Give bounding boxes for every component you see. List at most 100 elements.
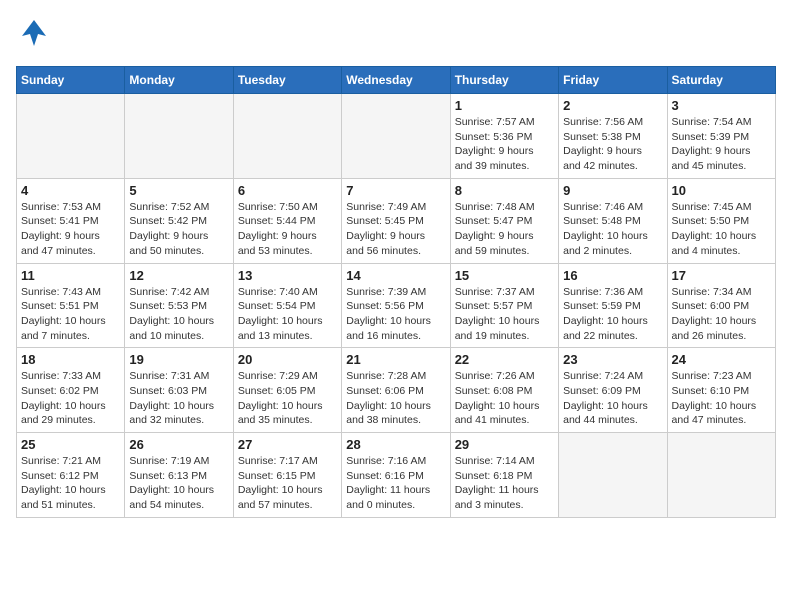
page-header [16, 16, 776, 58]
day-info: Sunrise: 7:42 AMSunset: 5:53 PMDaylight:… [129, 285, 228, 344]
calendar-cell [233, 94, 341, 179]
day-info: Sunrise: 7:56 AMSunset: 5:38 PMDaylight:… [563, 115, 662, 174]
calendar-cell: 6 Sunrise: 7:50 AMSunset: 5:44 PMDaylight… [233, 178, 341, 263]
calendar-cell: 13Sunrise: 7:40 AMSunset: 5:54 PMDayligh… [233, 263, 341, 348]
weekday-header: Monday [125, 67, 233, 94]
day-info: Sunrise: 7:21 AMSunset: 6:12 PMDaylight:… [21, 454, 120, 513]
day-number: 23 [563, 352, 662, 367]
day-info: Sunrise: 7:23 AMSunset: 6:10 PMDaylight:… [672, 369, 771, 428]
day-info: Sunrise: 7:50 AMSunset: 5:44 PMDaylight:… [238, 200, 337, 259]
day-info: Sunrise: 7:57 AMSunset: 5:36 PMDaylight:… [455, 115, 554, 174]
day-info: Sunrise: 7:37 AMSunset: 5:57 PMDaylight:… [455, 285, 554, 344]
calendar-cell: 2 Sunrise: 7:56 AMSunset: 5:38 PMDaylight… [559, 94, 667, 179]
calendar-cell: 11 Sunrise: 7:43 AMSunset: 5:51 PMDayligh… [17, 263, 125, 348]
weekday-header: Thursday [450, 67, 558, 94]
day-number: 19 [129, 352, 228, 367]
day-number: 11 [21, 268, 120, 283]
logo-bird-icon [16, 16, 52, 58]
day-info: Sunrise: 7:34 AMSunset: 6:00 PMDaylight:… [672, 285, 771, 344]
day-info: Sunrise: 7:14 AMSunset: 6:18 PMDaylight:… [455, 454, 554, 513]
day-info: Sunrise: 7:29 AMSunset: 6:05 PMDaylight:… [238, 369, 337, 428]
day-number: 1 [455, 98, 554, 113]
day-number: 26 [129, 437, 228, 452]
day-info: Sunrise: 7:45 AMSunset: 5:50 PMDaylight:… [672, 200, 771, 259]
calendar-week-row: 1 Sunrise: 7:57 AMSunset: 5:36 PMDaylight… [17, 94, 776, 179]
calendar-cell: 10Sunrise: 7:45 AMSunset: 5:50 PMDayligh… [667, 178, 775, 263]
calendar-cell: 9 Sunrise: 7:46 AMSunset: 5:48 PMDaylight… [559, 178, 667, 263]
day-info: Sunrise: 7:33 AMSunset: 6:02 PMDaylight:… [21, 369, 120, 428]
day-info: Sunrise: 7:52 AMSunset: 5:42 PMDaylight:… [129, 200, 228, 259]
day-info: Sunrise: 7:31 AMSunset: 6:03 PMDaylight:… [129, 369, 228, 428]
day-number: 24 [672, 352, 771, 367]
calendar-cell: 15 Sunrise: 7:37 AMSunset: 5:57 PMDayligh… [450, 263, 558, 348]
day-info: Sunrise: 7:26 AMSunset: 6:08 PMDaylight:… [455, 369, 554, 428]
calendar-cell: 12Sunrise: 7:42 AMSunset: 5:53 PMDayligh… [125, 263, 233, 348]
day-info: Sunrise: 7:19 AMSunset: 6:13 PMDaylight:… [129, 454, 228, 513]
day-info: Sunrise: 7:53 AMSunset: 5:41 PMDaylight:… [21, 200, 120, 259]
day-number: 18 [21, 352, 120, 367]
day-number: 9 [563, 183, 662, 198]
calendar-cell: 24 Sunrise: 7:23 AMSunset: 6:10 PMDayligh… [667, 348, 775, 433]
calendar-cell: 21Sunrise: 7:28 AMSunset: 6:06 PMDayligh… [342, 348, 450, 433]
calendar-cell: 25 Sunrise: 7:21 AMSunset: 6:12 PMDayligh… [17, 433, 125, 518]
calendar-cell: 18 Sunrise: 7:33 AMSunset: 6:02 PMDayligh… [17, 348, 125, 433]
day-number: 17 [672, 268, 771, 283]
day-number: 6 [238, 183, 337, 198]
day-info: Sunrise: 7:43 AMSunset: 5:51 PMDaylight:… [21, 285, 120, 344]
weekday-header: Tuesday [233, 67, 341, 94]
day-info: Sunrise: 7:36 AMSunset: 5:59 PMDaylight:… [563, 285, 662, 344]
day-number: 16 [563, 268, 662, 283]
day-info: Sunrise: 7:48 AMSunset: 5:47 PMDaylight:… [455, 200, 554, 259]
weekday-header: Sunday [17, 67, 125, 94]
day-info: Sunrise: 7:46 AMSunset: 5:48 PMDaylight:… [563, 200, 662, 259]
day-info: Sunrise: 7:54 AMSunset: 5:39 PMDaylight:… [672, 115, 771, 174]
weekday-header: Wednesday [342, 67, 450, 94]
day-info: Sunrise: 7:16 AMSunset: 6:16 PMDaylight:… [346, 454, 445, 513]
calendar-cell: 17 Sunrise: 7:34 AMSunset: 6:00 PMDayligh… [667, 263, 775, 348]
day-number: 25 [21, 437, 120, 452]
calendar-cell: 20 Sunrise: 7:29 AMSunset: 6:05 PMDayligh… [233, 348, 341, 433]
calendar-week-row: 25 Sunrise: 7:21 AMSunset: 6:12 PMDayligh… [17, 433, 776, 518]
day-number: 5 [129, 183, 228, 198]
day-info: Sunrise: 7:17 AMSunset: 6:15 PMDaylight:… [238, 454, 337, 513]
calendar-week-row: 4 Sunrise: 7:53 AMSunset: 5:41 PMDaylight… [17, 178, 776, 263]
calendar-cell: 26 Sunrise: 7:19 AMSunset: 6:13 PMDayligh… [125, 433, 233, 518]
day-number: 27 [238, 437, 337, 452]
logo [16, 16, 56, 58]
day-number: 22 [455, 352, 554, 367]
calendar-cell: 22 Sunrise: 7:26 AMSunset: 6:08 PMDayligh… [450, 348, 558, 433]
calendar-cell: 19 Sunrise: 7:31 AMSunset: 6:03 PMDayligh… [125, 348, 233, 433]
day-number: 14 [346, 268, 445, 283]
day-info: Sunrise: 7:24 AMSunset: 6:09 PMDaylight:… [563, 369, 662, 428]
day-number: 21 [346, 352, 445, 367]
day-number: 2 [563, 98, 662, 113]
calendar-cell: 5 Sunrise: 7:52 AMSunset: 5:42 PMDaylight… [125, 178, 233, 263]
calendar-week-row: 18 Sunrise: 7:33 AMSunset: 6:02 PMDayligh… [17, 348, 776, 433]
day-number: 15 [455, 268, 554, 283]
calendar-header-row: SundayMondayTuesdayWednesdayThursdayFrid… [17, 67, 776, 94]
calendar-cell [342, 94, 450, 179]
calendar-cell: 7Sunrise: 7:49 AMSunset: 5:45 PMDaylight… [342, 178, 450, 263]
day-number: 20 [238, 352, 337, 367]
calendar-cell: 23 Sunrise: 7:24 AMSunset: 6:09 PMDayligh… [559, 348, 667, 433]
calendar-cell: 16 Sunrise: 7:36 AMSunset: 5:59 PMDayligh… [559, 263, 667, 348]
day-number: 29 [455, 437, 554, 452]
calendar-week-row: 11 Sunrise: 7:43 AMSunset: 5:51 PMDayligh… [17, 263, 776, 348]
calendar-cell [667, 433, 775, 518]
calendar-cell: 28 Sunrise: 7:16 AMSunset: 6:16 PMDayligh… [342, 433, 450, 518]
day-number: 8 [455, 183, 554, 198]
calendar-cell: 27 Sunrise: 7:17 AMSunset: 6:15 PMDayligh… [233, 433, 341, 518]
calendar-cell: 4 Sunrise: 7:53 AMSunset: 5:41 PMDaylight… [17, 178, 125, 263]
calendar-cell [125, 94, 233, 179]
calendar-cell [559, 433, 667, 518]
weekday-header: Saturday [667, 67, 775, 94]
calendar-cell [17, 94, 125, 179]
weekday-header: Friday [559, 67, 667, 94]
day-number: 3 [672, 98, 771, 113]
calendar-cell: 14 Sunrise: 7:39 AMSunset: 5:56 PMDayligh… [342, 263, 450, 348]
day-number: 7 [346, 183, 445, 198]
day-number: 28 [346, 437, 445, 452]
day-info: Sunrise: 7:39 AMSunset: 5:56 PMDaylight:… [346, 285, 445, 344]
calendar-table: SundayMondayTuesdayWednesdayThursdayFrid… [16, 66, 776, 518]
day-number: 4 [21, 183, 120, 198]
